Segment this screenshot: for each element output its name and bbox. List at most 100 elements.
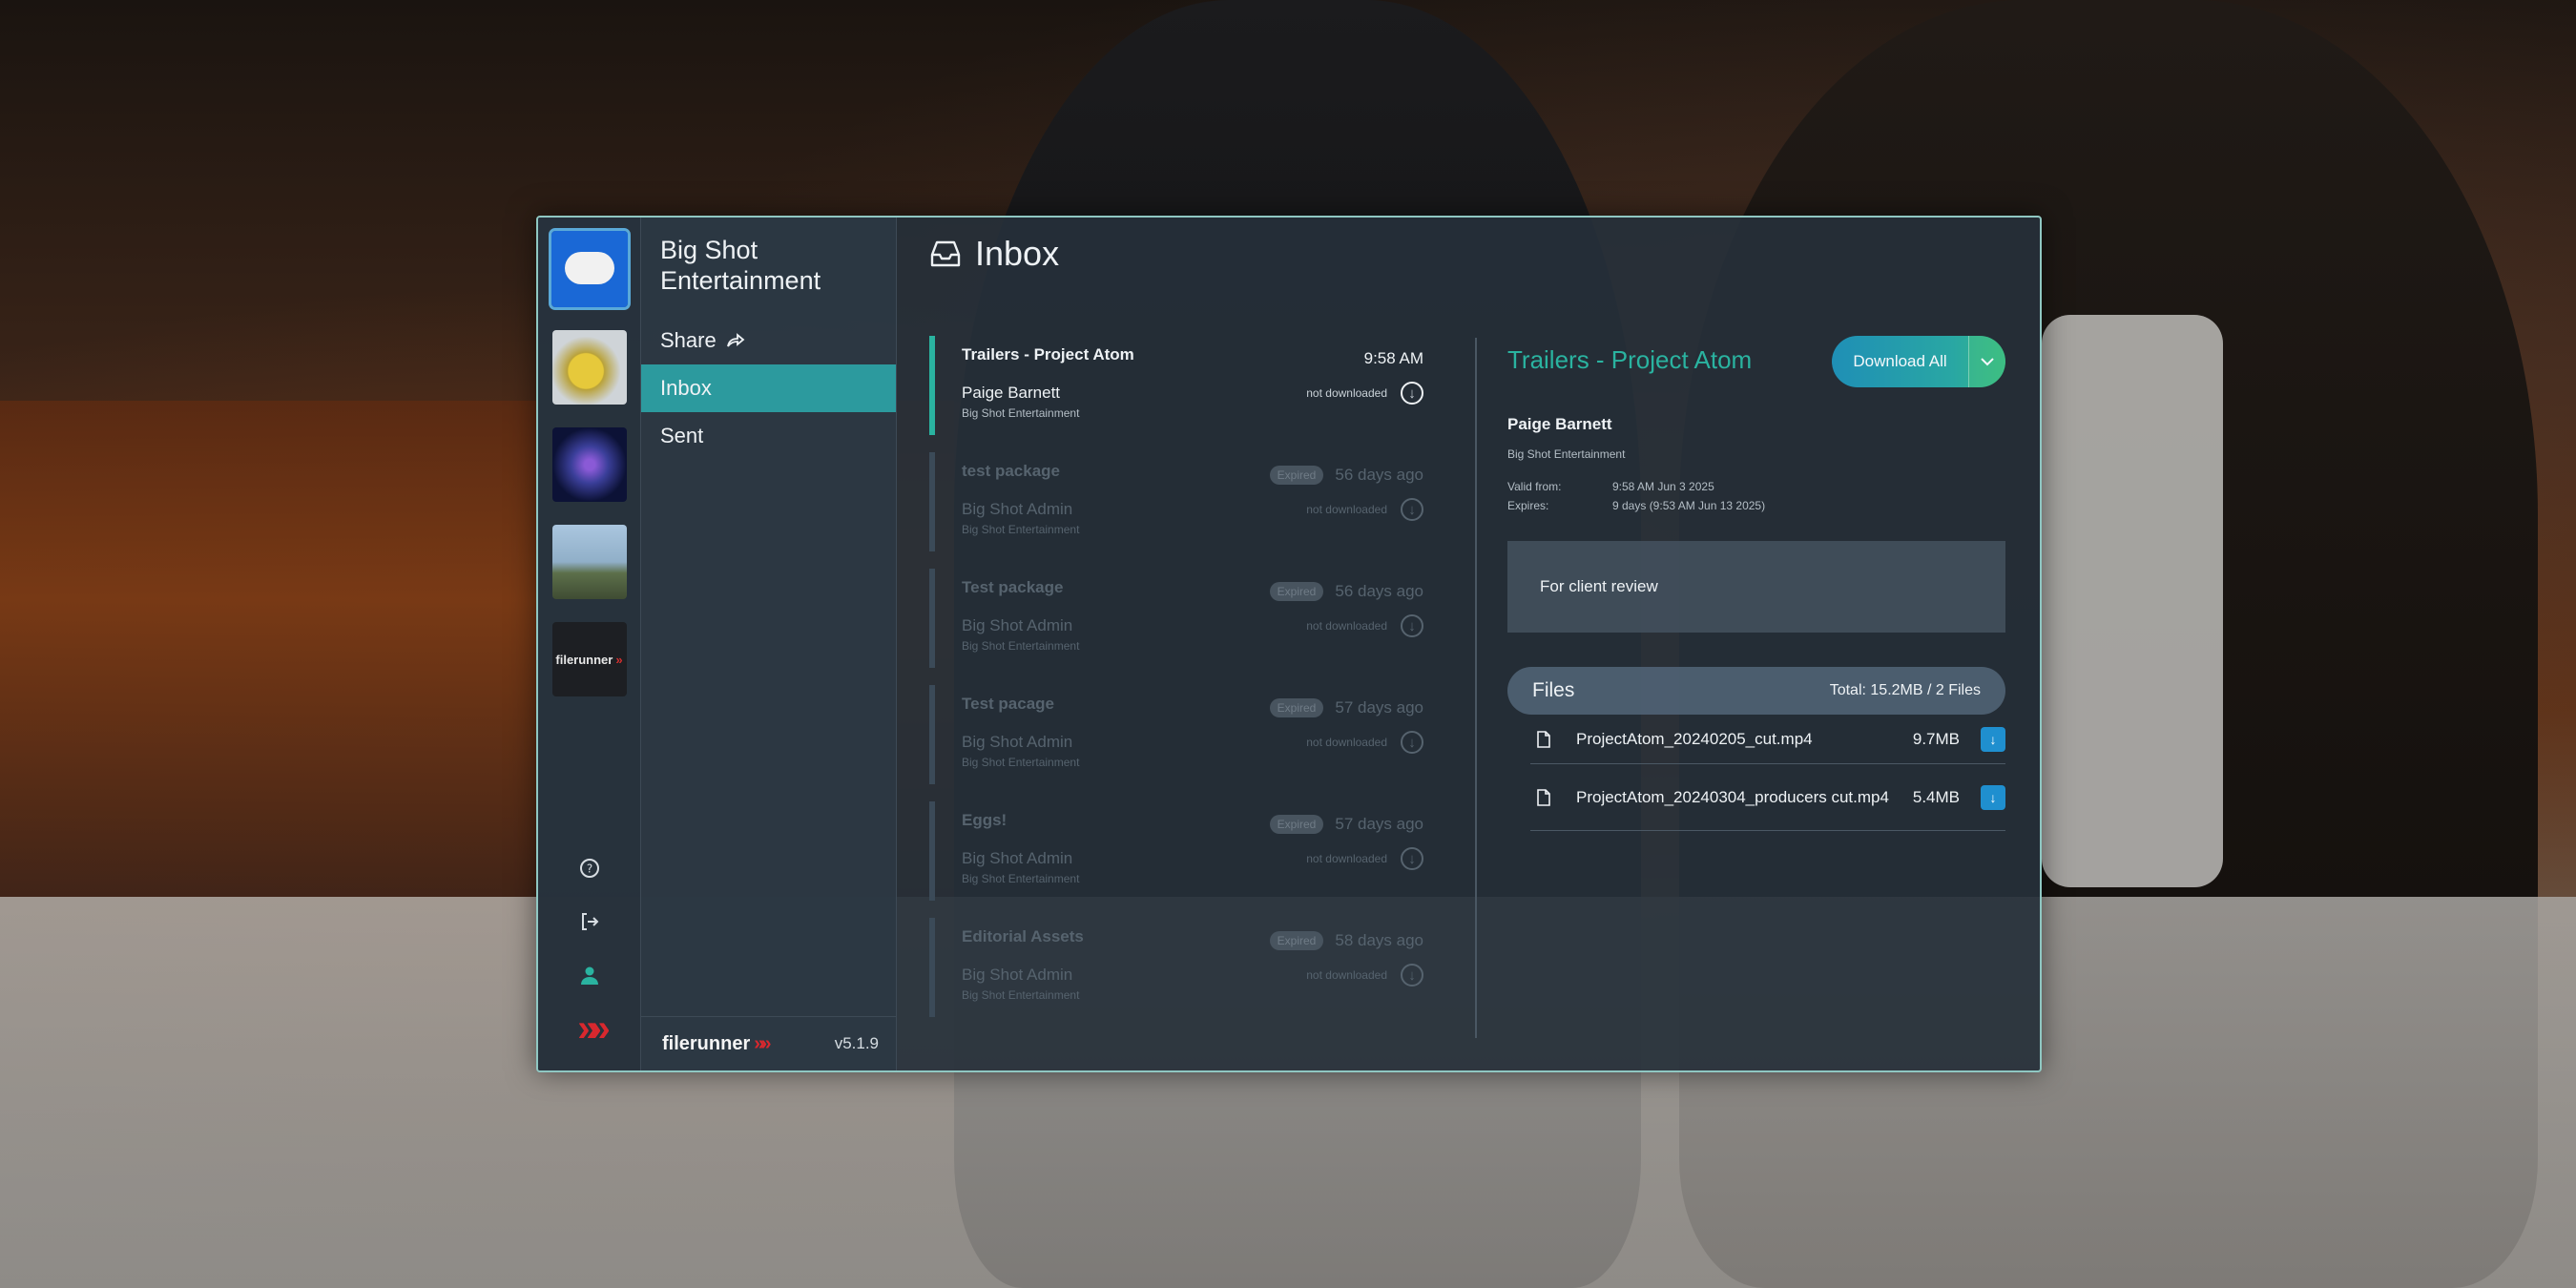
file-download-icon[interactable]: ↓: [1981, 784, 2005, 810]
download-icon[interactable]: ↓: [1401, 614, 1423, 637]
workspace-rail: filerunner» ? »»: [538, 218, 641, 1070]
logout-icon[interactable]: [571, 903, 609, 941]
package-item-time: 57 days ago: [1335, 815, 1423, 833]
download-icon[interactable]: ↓: [1401, 847, 1423, 870]
main-panel: Inbox Trailers - Project Atom Paige Barn…: [897, 218, 2040, 1070]
list-item-indicator: [929, 685, 935, 784]
chevron-down-icon[interactable]: [1968, 336, 2005, 387]
file-name: ProjectAtom_20240304_producers cut.mp4: [1576, 787, 1889, 806]
package-item-org: Big Shot Entertainment: [962, 988, 1080, 1002]
page-header: Inbox: [897, 218, 2040, 290]
package-item-org: Big Shot Entertainment: [962, 756, 1080, 769]
file-icon: [1530, 788, 1557, 806]
package-item-org: Big Shot Entertainment: [962, 872, 1080, 885]
package-item-status: not downloaded ↓: [1306, 847, 1423, 870]
sidebar-nav: Big Shot Entertainment Share Inbox Sent …: [641, 218, 897, 1070]
list-item-indicator: [929, 569, 935, 668]
workspace-thumb-dog[interactable]: [551, 525, 627, 599]
nav-item-sent[interactable]: Sent: [641, 412, 896, 460]
file-download-icon[interactable]: ↓: [1981, 726, 2005, 752]
files-total: Total: 15.2MB / 2 Files: [1829, 682, 1981, 698]
package-item-time: 57 days ago: [1335, 698, 1423, 717]
download-status-text: not downloaded: [1306, 736, 1387, 749]
svg-text:?: ?: [586, 862, 592, 876]
package-item-time-row: Expired 56 days ago: [1269, 582, 1423, 601]
expired-badge: Expired: [1269, 582, 1324, 601]
package-list: Trailers - Project Atom Paige Barnett Bi…: [929, 336, 1423, 1034]
workspace-thumb-filerunner[interactable]: filerunner»: [551, 622, 627, 696]
package-list-item[interactable]: Trailers - Project Atom Paige Barnett Bi…: [929, 336, 1423, 435]
file-row: ProjectAtom_20240205_cut.mp4 9.7MB ↓: [1530, 715, 2005, 764]
download-status-text: not downloaded: [1306, 386, 1387, 400]
validity-info: Valid from: 9:58 AM Jun 3 2025 Expires: 9 …: [1507, 480, 2005, 512]
download-icon[interactable]: ↓: [1401, 382, 1423, 405]
file-row: ProjectAtom_20240304_producers cut.mp4 5…: [1530, 764, 2005, 831]
background-photo-shirt: [2042, 315, 2223, 887]
package-item-time: 56 days ago: [1335, 582, 1423, 600]
download-icon[interactable]: ↓: [1401, 498, 1423, 521]
expires-value: 9 days (9:53 AM Jun 13 2025): [1612, 499, 1766, 512]
valid-from-label: Valid from:: [1507, 480, 1562, 493]
package-list-item[interactable]: Editorial Assets Big Shot Admin Big Shot…: [929, 918, 1423, 1017]
package-item-time-row: Expired 57 days ago: [1269, 698, 1423, 717]
nav-item-inbox[interactable]: Inbox: [641, 364, 896, 412]
nav-item-label: Share: [660, 328, 717, 352]
package-note: For client review: [1507, 541, 2005, 633]
files-label: Files: [1532, 679, 1575, 701]
package-item-status: not downloaded ↓: [1306, 498, 1423, 521]
package-list-item[interactable]: Eggs! Big Shot Admin Big Shot Entertainm…: [929, 801, 1423, 901]
panel-divider: [1475, 338, 1477, 1038]
download-all-label: Download All: [1853, 352, 1947, 370]
package-item-org: Big Shot Entertainment: [962, 523, 1080, 536]
package-sender: Paige Barnett: [1507, 415, 1612, 433]
package-item-time: 9:58 AM: [1363, 349, 1423, 367]
user-icon[interactable]: [571, 956, 609, 994]
valid-from-value: 9:58 AM Jun 3 2025: [1612, 480, 1714, 493]
package-item-status: not downloaded ↓: [1306, 382, 1423, 405]
chevrons-icon: »»: [754, 1032, 771, 1054]
help-icon[interactable]: ?: [571, 849, 609, 887]
page-title: Inbox: [975, 234, 1060, 273]
filerunner-thumb-label: filerunner: [555, 652, 613, 667]
file-size: 5.4MB: [1912, 787, 1960, 806]
download-status-text: not downloaded: [1306, 619, 1387, 633]
file-size: 9.7MB: [1912, 729, 1960, 748]
package-detail: Trailers - Project Atom Download All Pai…: [1507, 336, 2005, 831]
package-item-time: 56 days ago: [1335, 466, 1423, 484]
nav-item-share[interactable]: Share: [641, 317, 896, 364]
app-version: v5.1.9: [834, 1034, 879, 1052]
expired-badge: Expired: [1269, 466, 1324, 485]
list-item-indicator: [929, 801, 935, 901]
nav-item-label: Inbox: [660, 376, 712, 400]
file-list: ProjectAtom_20240205_cut.mp4 9.7MB ↓ Pro…: [1507, 715, 2005, 831]
workspace-thumb-emoji[interactable]: [551, 330, 627, 405]
package-item-time: 58 days ago: [1335, 931, 1423, 949]
download-status-text: not downloaded: [1306, 852, 1387, 865]
expired-badge: Expired: [1269, 698, 1324, 717]
package-item-title: Trailers - Project Atom: [962, 345, 1134, 364]
big-shot-logo-icon: [564, 252, 614, 284]
workspace-thumb-galaxy[interactable]: [551, 427, 627, 502]
download-icon[interactable]: ↓: [1401, 964, 1423, 987]
package-item-time-row: 9:58 AM: [1364, 349, 1423, 368]
package-list-item[interactable]: test package Big Shot Admin Big Shot Ent…: [929, 452, 1423, 551]
workspace-thumb-big-shot[interactable]: [548, 228, 631, 310]
package-item-status: not downloaded ↓: [1306, 964, 1423, 987]
package-list-item[interactable]: Test package Big Shot Admin Big Shot Ent…: [929, 569, 1423, 668]
sidebar-footer: filerunner»» v5.1.9: [641, 1016, 896, 1070]
filerunner-logo-icon: »»: [577, 1007, 611, 1049]
package-item-status: not downloaded ↓: [1306, 731, 1423, 754]
package-item-org: Big Shot Entertainment: [962, 406, 1080, 420]
download-icon[interactable]: ↓: [1401, 731, 1423, 754]
files-header: Files Total: 15.2MB / 2 Files: [1507, 667, 2005, 715]
package-sender-org: Big Shot Entertainment: [1507, 447, 1626, 461]
download-status-text: not downloaded: [1306, 503, 1387, 516]
file-name: ProjectAtom_20240205_cut.mp4: [1576, 729, 1813, 748]
package-list-item[interactable]: Test pacage Big Shot Admin Big Shot Ente…: [929, 685, 1423, 784]
package-item-time-row: Expired 56 days ago: [1269, 466, 1423, 485]
expired-badge: Expired: [1269, 815, 1324, 834]
nav-item-label: Sent: [660, 424, 704, 447]
download-all-button[interactable]: Download All: [1832, 336, 2005, 387]
inbox-icon: [930, 240, 961, 267]
file-icon: [1530, 730, 1557, 748]
